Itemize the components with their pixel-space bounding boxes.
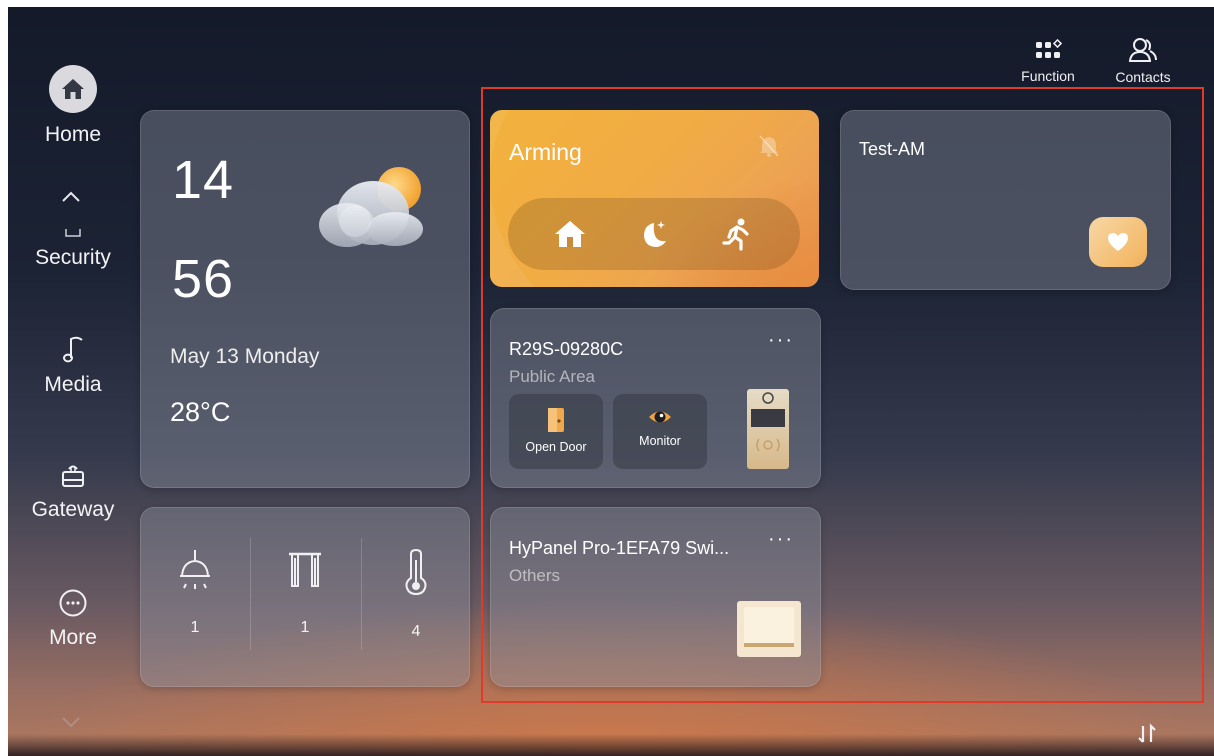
contacts-label: Contacts — [1115, 69, 1171, 85]
heart-icon — [1108, 233, 1128, 251]
switch-panel-name: HyPanel Pro-1EFA79 Swi... — [509, 538, 730, 558]
more-icon — [59, 589, 87, 617]
nav-item-security[interactable]: Security — [8, 228, 138, 270]
thermometer-icon — [405, 548, 427, 596]
open-door-label: Open Door — [525, 440, 587, 454]
home-mode-button[interactable] — [552, 216, 588, 252]
running-person-icon — [722, 218, 749, 251]
bell-muted-icon[interactable] — [758, 134, 780, 158]
open-door-button[interactable]: Open Door — [509, 394, 603, 469]
nav-item-gateway[interactable]: Gateway — [8, 460, 138, 522]
light-group[interactable]: 1 — [141, 548, 249, 637]
grid-icon — [1036, 38, 1063, 58]
home-icon — [555, 221, 585, 247]
arming-card[interactable]: Arming — [490, 110, 819, 287]
test-am-title: Test-AM — [859, 139, 926, 159]
light-icon — [180, 550, 210, 589]
wall-switch-icon — [737, 601, 801, 657]
nav-label-media: Media — [44, 373, 102, 396]
chevron-up-icon[interactable] — [61, 190, 81, 208]
nav-item-media[interactable]: Media — [8, 333, 138, 397]
away-mode-button[interactable] — [719, 216, 755, 252]
sort-arrows-icon[interactable] — [1136, 722, 1158, 746]
nav-label-gateway: Gateway — [31, 498, 115, 521]
door-station-name: R29S-09280C — [509, 339, 624, 359]
switch-panel-card[interactable]: HyPanel Pro-1EFA79 Swi... ··· Others — [490, 507, 821, 687]
nav-item-home[interactable]: Home — [8, 65, 138, 147]
door-icon — [548, 408, 564, 432]
door-station-area: Public Area — [509, 367, 595, 386]
arming-title: Arming — [509, 139, 582, 165]
partly-cloudy-icon — [319, 167, 423, 247]
moon-icon — [644, 221, 666, 247]
monitor-button[interactable]: Monitor — [613, 394, 707, 469]
nav-item-more[interactable]: More — [8, 588, 138, 650]
function-button[interactable]: Function — [1014, 38, 1082, 84]
curtain-icon — [289, 552, 321, 587]
function-label: Function — [1021, 68, 1075, 84]
clock-weather-card[interactable]: 14 56 May 13 Monday 28°C — [140, 110, 470, 488]
security-icon — [65, 229, 81, 237]
gateway-icon — [62, 465, 84, 487]
door-station-menu-icon[interactable]: ··· — [768, 329, 794, 352]
nav-label-security: Security — [35, 246, 111, 269]
device-summary-card[interactable]: 1 1 4 — [140, 507, 470, 687]
test-am-card[interactable]: Test-AM — [840, 110, 1171, 290]
nav-label-more: More — [49, 626, 97, 649]
door-station-card[interactable]: R29S-09280C ··· Public Area Open Door Mo… — [490, 308, 821, 488]
arming-mode-bar — [508, 198, 800, 270]
clock-minute: 56 — [172, 249, 235, 309]
night-mode-button[interactable] — [635, 216, 671, 252]
clock-hour: 14 — [172, 150, 235, 210]
thermometer-count: 4 — [411, 623, 421, 640]
curtain-group[interactable]: 1 — [251, 548, 359, 637]
temperature-text: 28°C — [170, 397, 231, 427]
curtain-count: 1 — [300, 619, 310, 636]
chevron-down-icon[interactable] — [61, 715, 81, 733]
thermometer-group[interactable]: 4 — [362, 548, 470, 641]
screen: Home Security Media Gateway More Functio… — [8, 7, 1214, 756]
contacts-button[interactable]: Contacts — [1108, 36, 1178, 85]
music-note-icon — [63, 336, 83, 363]
horizon-silhouette — [8, 734, 1214, 756]
heart-tile[interactable] — [1089, 217, 1147, 267]
switch-panel-menu-icon[interactable]: ··· — [768, 528, 794, 551]
switch-panel-area: Others — [509, 566, 561, 585]
nav-label-home: Home — [44, 123, 102, 146]
monitor-label: Monitor — [639, 434, 681, 448]
light-count: 1 — [190, 619, 200, 636]
date-text: May 13 Monday — [170, 345, 320, 368]
contacts-icon — [1128, 38, 1157, 62]
eye-icon — [649, 411, 671, 423]
home-icon — [49, 65, 97, 113]
door-station-device-icon — [747, 389, 789, 469]
